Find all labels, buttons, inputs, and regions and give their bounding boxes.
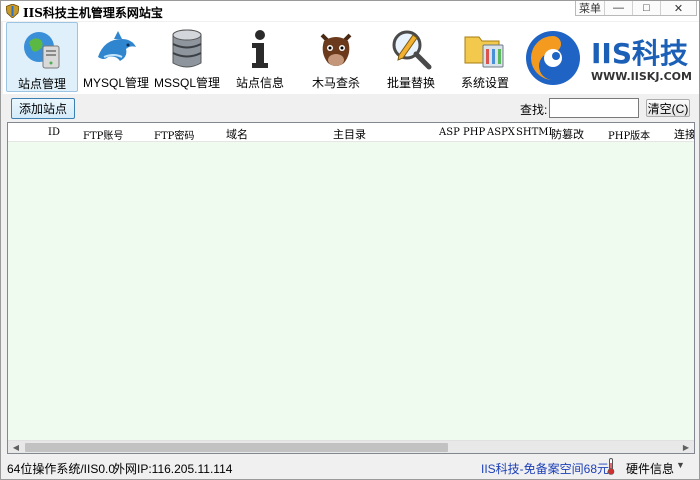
- globe-server-icon: [24, 32, 60, 69]
- site-table[interactable]: ID FTP账号 FTP密码 域名 主目录 ASP PHP ASPX SHTML…: [7, 122, 695, 454]
- menu-button[interactable]: 菜单: [576, 1, 604, 15]
- toolbar-item-label: 站点管理: [17, 77, 66, 91]
- column-header-asp[interactable]: ASP: [439, 127, 460, 138]
- column-header-connection[interactable]: 连接: [674, 126, 694, 142]
- column-header-home-dir[interactable]: 主目录: [333, 126, 366, 142]
- toolbar-item-label: 站点信息: [235, 76, 284, 90]
- toolbar-item-label: 系统设置: [460, 76, 509, 90]
- toolbar-item-label: 批量替换: [386, 76, 435, 90]
- toolbar-item-mysql[interactable]: MYSQL管理: [80, 22, 152, 92]
- column-header-php[interactable]: PHP: [463, 127, 485, 138]
- database-icon: [172, 29, 202, 68]
- column-header-domain[interactable]: 域名: [226, 126, 248, 142]
- add-site-button[interactable]: 添加站点: [11, 98, 75, 119]
- column-header-tamper-proof[interactable]: 防篡改: [551, 126, 584, 142]
- toolbar-item-trojan-scan[interactable]: 木马查杀: [300, 22, 372, 92]
- horizontal-scrollbar[interactable]: ◀ ▶: [8, 440, 694, 453]
- brand-url: WWW.IISKJ.COM: [591, 70, 692, 83]
- toolbar-item-site-info[interactable]: 站点信息: [224, 22, 296, 92]
- toolbar-item-batch-replace[interactable]: 批量替换: [375, 22, 447, 92]
- main-window: IIS科技主机管理系网站宝 菜单 — □ ✕ 站点管理 MYSQL管理 MSSQ…: [0, 0, 700, 480]
- table-header: ID FTP账号 FTP密码 域名 主目录 ASP PHP ASPX SHTML…: [8, 123, 694, 142]
- close-button[interactable]: ✕: [660, 1, 696, 15]
- dolphin-icon: [98, 31, 136, 61]
- main-toolbar: 站点管理 MYSQL管理 MSSQL管理 站点信息 木马查杀 批量替换 系统设置…: [3, 22, 699, 94]
- title-bar[interactable]: IIS科技主机管理系网站宝 菜单 — □ ✕: [1, 1, 699, 21]
- horse-icon: [320, 33, 352, 66]
- scrollbar-thumb[interactable]: [25, 443, 448, 452]
- window-title: IIS科技主机管理系网站宝: [23, 6, 163, 20]
- search-input[interactable]: [549, 98, 639, 118]
- chevron-down-icon[interactable]: ▼: [676, 460, 685, 470]
- minimize-button[interactable]: —: [604, 1, 632, 15]
- hardware-info-button[interactable]: 硬件信息: [626, 460, 674, 477]
- thermometer-icon: [607, 458, 615, 475]
- brand-name: IIS科技: [591, 37, 689, 70]
- info-icon: [252, 30, 268, 68]
- toolbar-item-system-settings[interactable]: 系统设置: [449, 22, 521, 92]
- column-header-php-version[interactable]: PHP版本: [608, 127, 650, 142]
- magnifier-pencil-icon: [392, 30, 432, 70]
- shield-app-icon: [6, 4, 19, 18]
- scroll-right-icon[interactable]: ▶: [678, 441, 694, 453]
- column-header-aspx[interactable]: ASPX: [487, 127, 515, 138]
- scroll-left-icon[interactable]: ◀: [8, 441, 24, 453]
- toolbar-item-label: MSSQL管理: [153, 76, 220, 90]
- column-header-ftp-account[interactable]: FTP账号: [83, 127, 123, 142]
- column-header-id[interactable]: ID: [48, 127, 60, 138]
- toolbar-item-site-management[interactable]: 站点管理: [6, 22, 78, 92]
- toolbar-item-label: MYSQL管理: [82, 76, 149, 90]
- os-info: 64位操作系统/IIS0.0: [7, 462, 116, 476]
- clear-button[interactable]: 清空(C): [646, 99, 690, 117]
- status-bar: 64位操作系统/IIS0.0 外网IP:116.205.11.114 IIS科技…: [1, 456, 699, 479]
- brand-logo: IIS科技 WWW.IISKJ.COM: [521, 24, 699, 90]
- column-header-ftp-password[interactable]: FTP密码: [154, 127, 194, 142]
- brand-logo-mark-icon: [526, 31, 580, 85]
- toolbar-item-mssql[interactable]: MSSQL管理: [151, 22, 223, 92]
- promo-link[interactable]: IIS科技-免备案空间68元: [481, 460, 609, 477]
- maximize-button[interactable]: □: [632, 1, 660, 15]
- window-controls: 菜单 — □ ✕: [575, 1, 697, 16]
- toolbar-item-label: 木马查杀: [311, 76, 360, 90]
- settings-folder-icon: [464, 36, 504, 68]
- column-header-shtml[interactable]: SHTML: [516, 127, 555, 138]
- public-ip: 外网IP:116.205.11.114: [113, 462, 233, 476]
- search-label: 查找:: [520, 103, 548, 117]
